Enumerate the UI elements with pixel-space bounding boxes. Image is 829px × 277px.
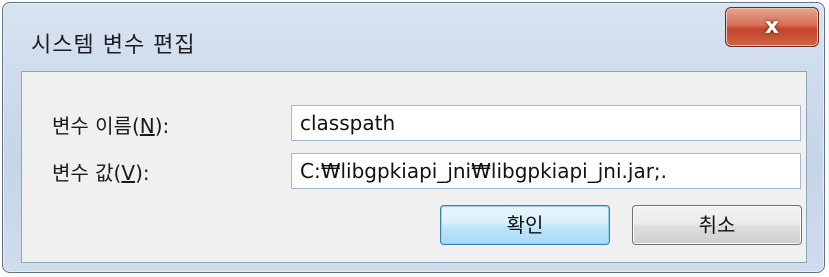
variable-value-label-mnemonic: V	[121, 161, 136, 185]
ok-button[interactable]: 확인	[440, 205, 610, 245]
title-bar[interactable]: 시스템 변수 편집 x	[3, 3, 824, 71]
variable-name-label: 변수 이름(N):	[52, 110, 169, 139]
variable-value-label-suffix: ):	[135, 161, 150, 185]
variable-name-label-prefix: 변수 이름(	[52, 114, 140, 138]
variable-value-label: 변수 값(V):	[52, 157, 150, 186]
variable-name-label-mnemonic: N	[139, 114, 155, 138]
dialog-content: 변수 이름(N): classpath 변수 값(V): C:₩libgpkia…	[21, 71, 807, 263]
variable-name-label-suffix: ):	[154, 114, 170, 138]
variable-value-label-prefix: 변수 값(	[52, 161, 122, 185]
cancel-button[interactable]: 취소	[632, 205, 802, 245]
variable-value-input[interactable]: C:₩libgpkiapi_jni₩libgpkiapi_jni.jar;.	[291, 153, 801, 189]
edit-system-variable-dialog: 시스템 변수 편집 x 변수 이름(N): classpath 변수 값(V):…	[2, 2, 825, 273]
variable-name-input[interactable]: classpath	[291, 105, 801, 141]
close-button[interactable]: x	[725, 7, 819, 47]
dialog-title: 시스템 변수 편집	[31, 33, 196, 58]
close-icon: x	[764, 14, 780, 39]
